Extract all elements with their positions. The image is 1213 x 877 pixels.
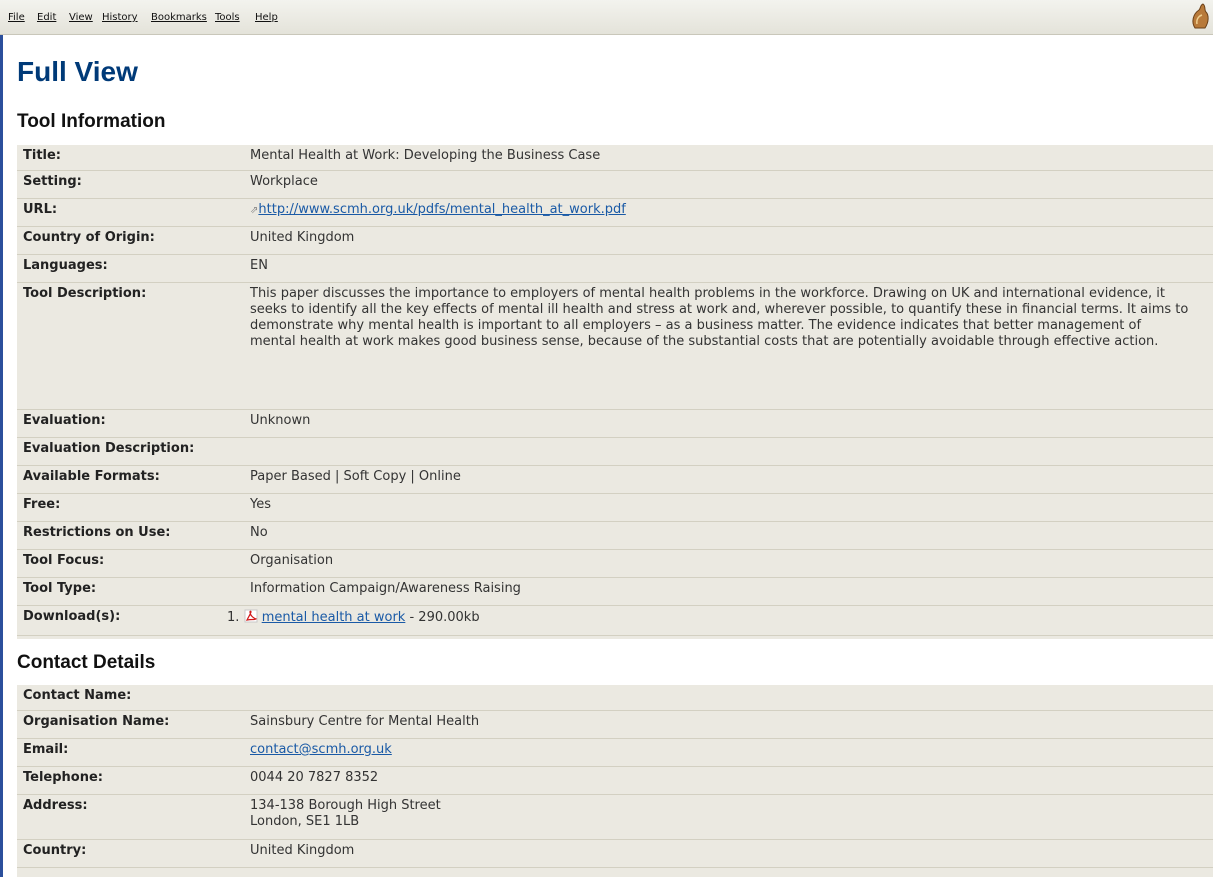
email-link[interactable]: contact@scmh.org.uk xyxy=(250,742,392,757)
row-country-of-origin: Country of Origin: United Kingdom xyxy=(17,227,1213,255)
title-label: Title: xyxy=(23,148,62,163)
row-contact-name: Contact Name: xyxy=(17,685,1213,711)
section-tool-information: Tool Information xyxy=(17,111,166,132)
download-size: - 290.00kb xyxy=(409,610,480,625)
download-number: 1. xyxy=(227,610,240,625)
languages-value: EN xyxy=(250,258,268,273)
row-formats: Available Formats: Paper Based | Soft Co… xyxy=(17,466,1213,494)
formats-value: Paper Based | Soft Copy | Online xyxy=(250,469,461,484)
address-label: Address: xyxy=(23,798,88,813)
row-downloads: Download(s): 1. mental health at work - … xyxy=(17,606,1213,636)
type-label: Tool Type: xyxy=(23,581,97,596)
row-evaluation-description: Evaluation Description: xyxy=(17,438,1213,466)
row-restrictions: Restrictions on Use: No xyxy=(17,522,1213,550)
setting-value: Workplace xyxy=(250,174,318,189)
menu-view[interactable]: View xyxy=(69,12,93,23)
country-label: Country of Origin: xyxy=(23,230,155,245)
row-telephone: Telephone: 0044 20 7827 8352 xyxy=(17,767,1213,795)
row-free: Free: Yes xyxy=(17,494,1213,522)
eval-desc-label: Evaluation Description: xyxy=(23,441,195,456)
description-value: This paper discusses the importance to e… xyxy=(250,286,1189,349)
address-value: 134-138 Borough High Street London, SE1 … xyxy=(250,798,441,830)
menu-bookmarks[interactable]: Bookmarks xyxy=(151,12,207,23)
restrictions-label: Restrictions on Use: xyxy=(23,525,171,540)
row-tool-focus: Tool Focus: Organisation xyxy=(17,550,1213,578)
row-setting: Setting: Workplace xyxy=(17,171,1213,199)
evaluation-value: Unknown xyxy=(250,413,311,428)
url-value: ⇗http://www.scmh.org.uk/pdfs/mental_heal… xyxy=(250,202,626,217)
contact-country-value: United Kingdom xyxy=(250,843,355,858)
type-value: Information Campaign/Awareness Raising xyxy=(250,581,521,596)
free-value: Yes xyxy=(250,497,271,512)
menu-edit[interactable]: Edit xyxy=(37,12,56,23)
description-label: Tool Description: xyxy=(23,286,147,301)
download-link[interactable]: mental health at work xyxy=(262,610,406,625)
focus-value: Organisation xyxy=(250,553,334,568)
row-evaluation: Evaluation: Unknown xyxy=(17,410,1213,438)
menu-help[interactable]: Help xyxy=(255,12,278,23)
contact-country-label: Country: xyxy=(23,843,87,858)
row-country: Country: United Kingdom xyxy=(17,840,1213,868)
pdf-icon xyxy=(244,609,258,623)
country-value: United Kingdom xyxy=(250,230,355,245)
row-languages: Languages: EN xyxy=(17,255,1213,283)
downloads-label: Download(s): xyxy=(23,609,121,624)
address-line-2: London, SE1 1LB xyxy=(250,814,360,829)
contact-table: Contact Name: Organisation Name: Sainsbu… xyxy=(17,685,1213,877)
free-label: Free: xyxy=(23,497,61,512)
left-border xyxy=(0,35,3,877)
menu-file[interactable]: File xyxy=(8,12,25,23)
contact-name-label: Contact Name: xyxy=(23,688,132,703)
row-description: Tool Description: This paper discusses t… xyxy=(17,283,1213,410)
formats-label: Available Formats: xyxy=(23,469,160,484)
url-label: URL: xyxy=(23,202,58,217)
tool-info-table: Title: Mental Health at Work: Developing… xyxy=(17,145,1213,639)
restrictions-value: No xyxy=(250,525,268,540)
row-tool-type: Tool Type: Information Campaign/Awarenes… xyxy=(17,578,1213,606)
address-line-1: 134-138 Borough High Street xyxy=(250,798,441,813)
setting-label: Setting: xyxy=(23,174,82,189)
throbber-icon xyxy=(1192,3,1209,29)
row-title: Title: Mental Health at Work: Developing… xyxy=(17,145,1213,171)
languages-label: Languages: xyxy=(23,258,108,273)
menu-history[interactable]: History xyxy=(102,12,138,23)
row-address: Address: 134-138 Borough High Street Lon… xyxy=(17,795,1213,840)
org-value: Sainsbury Centre for Mental Health xyxy=(250,714,480,729)
section-contact-details: Contact Details xyxy=(17,652,156,673)
row-url: URL: ⇗http://www.scmh.org.uk/pdfs/mental… xyxy=(17,199,1213,227)
row-organisation: Organisation Name: Sainsbury Centre for … xyxy=(17,711,1213,739)
menu-tools[interactable]: Tools xyxy=(215,12,240,23)
url-link[interactable]: http://www.scmh.org.uk/pdfs/mental_healt… xyxy=(258,202,625,217)
menu-bar: File Edit View History Bookmarks Tools H… xyxy=(0,0,1213,35)
row-email: Email: contact@scmh.org.uk xyxy=(17,739,1213,767)
title-value: Mental Health at Work: Developing the Bu… xyxy=(250,148,601,163)
org-label: Organisation Name: xyxy=(23,714,170,729)
phone-label: Telephone: xyxy=(23,770,103,785)
focus-label: Tool Focus: xyxy=(23,553,105,568)
download-item: 1. mental health at work - 290.00kb xyxy=(227,609,480,625)
phone-value: 0044 20 7827 8352 xyxy=(250,770,379,785)
page-title: Full View xyxy=(17,56,138,87)
email-label: Email: xyxy=(23,742,69,757)
evaluation-label: Evaluation: xyxy=(23,413,106,428)
